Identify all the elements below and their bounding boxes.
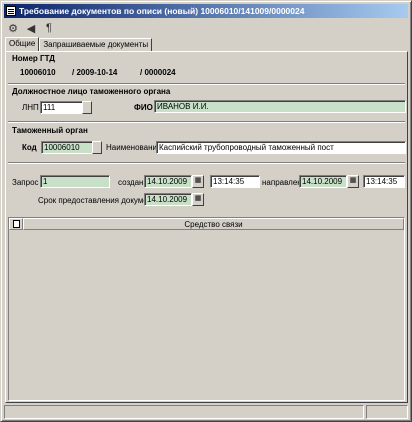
main-window: Требование документов по описи (новый) 1… (0, 0, 412, 422)
divider (8, 121, 405, 123)
created-label: создан (118, 178, 144, 187)
divider (8, 162, 405, 164)
lnp-label: ЛНП (22, 103, 39, 112)
name-label: Наименование (106, 143, 162, 152)
fio-field[interactable]: ИВАНОВ И.И. (154, 100, 406, 113)
customs-code-dropdown-button[interactable] (92, 141, 102, 154)
window-title: Требование документов по описи (новый) 1… (19, 6, 305, 16)
code-label: Код (22, 143, 37, 152)
grid-column-header[interactable]: Средство связи (23, 218, 404, 230)
deadline-date-field[interactable]: 14.10.2009 (144, 193, 192, 206)
communication-grid[interactable]: Средство связи (8, 217, 405, 401)
size-grip-panel[interactable] (366, 405, 408, 419)
created-time-field[interactable]: 13:14:35 (210, 175, 260, 188)
gtd-number: / 0000024 (140, 68, 176, 77)
tab-strip: Общие Запрашиваемые документы (5, 37, 153, 52)
created-date-field[interactable]: 14.10.2009 (144, 175, 192, 188)
document-icon (12, 220, 20, 228)
status-panel (4, 405, 364, 419)
tab-general[interactable]: Общие (5, 37, 40, 51)
sent-time-field[interactable]: 13:14:35 (363, 175, 405, 188)
gtd-code: 10006010 (20, 68, 56, 77)
customs-section-label: Таможенный орган (12, 126, 88, 135)
gear-icon[interactable]: ⚙ (5, 20, 21, 36)
gtd-date: / 2009-10-14 (72, 68, 118, 77)
sent-date-field[interactable]: 14.10.2009 (299, 175, 347, 188)
gtd-section-label: Номер ГТД (12, 54, 55, 63)
grid-header: Средство связи (9, 218, 404, 230)
paragraph-icon[interactable]: ¶ (41, 20, 57, 36)
title-bar[interactable]: Требование документов по описи (новый) 1… (4, 4, 408, 18)
request-field[interactable]: 1 (40, 175, 110, 188)
status-bar (4, 405, 408, 419)
back-arrow-icon[interactable]: ◀ (23, 20, 39, 36)
calendar-icon[interactable]: ▦ (192, 175, 204, 188)
request-label: Запрос (12, 178, 39, 187)
general-panel: Номер ГТД 10006010 / 2009-10-14 / 000002… (5, 51, 408, 403)
toolbar: ⚙ ◀ ¶ (5, 19, 408, 37)
document-app-icon (6, 6, 16, 16)
lnp-dropdown-button[interactable] (82, 101, 92, 114)
fio-label: ФИО (134, 103, 153, 112)
sent-label: направлен (262, 178, 302, 187)
customs-name-field[interactable]: Каспийский трубопроводный таможенный пос… (156, 141, 406, 154)
divider (8, 83, 405, 85)
customs-code-field[interactable]: 10006010 (41, 141, 93, 154)
calendar-icon[interactable]: ▦ (192, 193, 204, 206)
calendar-icon[interactable]: ▦ (347, 175, 359, 188)
grid-header-icon-cell (9, 218, 23, 230)
tab-requested-documents[interactable]: Запрашиваемые документы (39, 38, 153, 51)
official-section-label: Должностное лицо таможенного органа (12, 87, 171, 96)
